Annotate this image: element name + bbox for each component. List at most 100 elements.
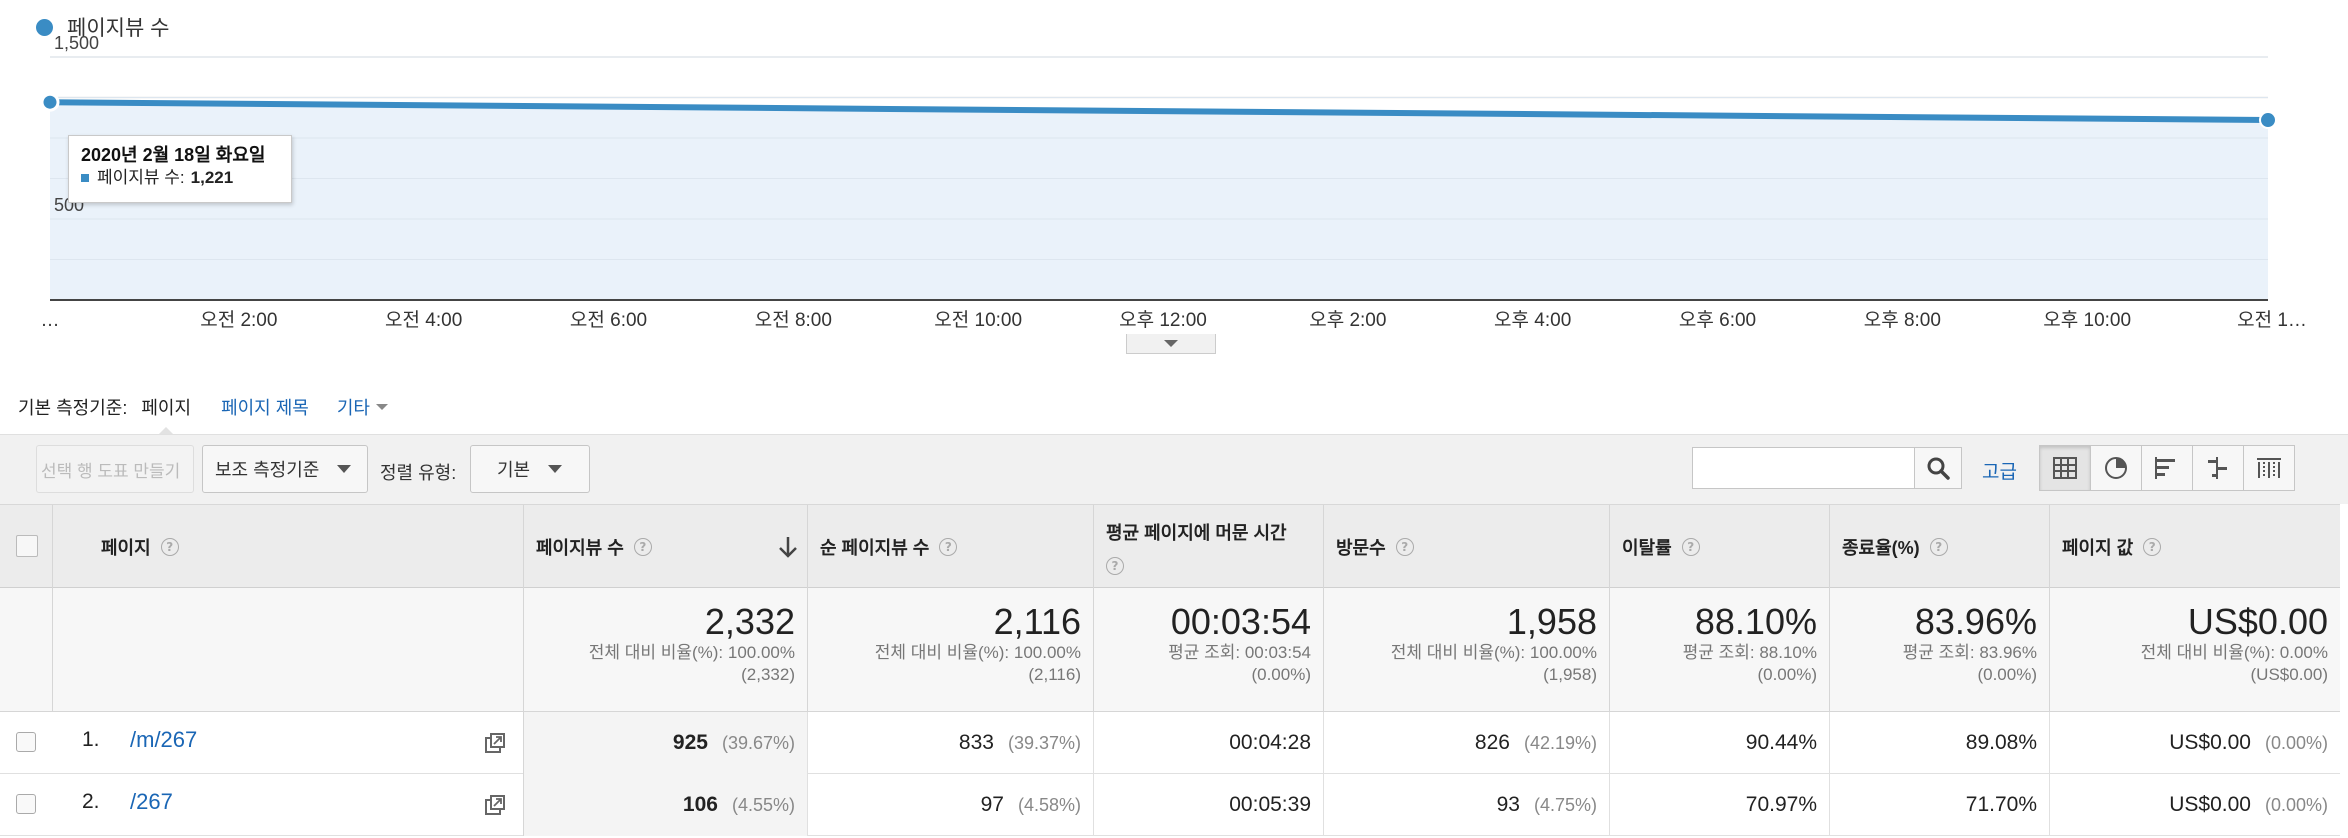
entrances-value: 93 (1496, 793, 1520, 816)
open-page-icon[interactable] (484, 794, 506, 816)
header-exit-rate[interactable]: 종료율(%) ? (1829, 505, 2049, 589)
header-unique-pageviews-label: 순 페이지뷰 수 (820, 538, 930, 558)
chart-area-fill (50, 56, 2268, 301)
x-tick-label: … (41, 310, 60, 331)
totals-value: 1,958 (1506, 601, 1597, 642)
table-view-button[interactable] (2039, 445, 2091, 491)
x-tick-label: 오전 10:00 (934, 309, 1022, 331)
help-icon[interactable]: ? (1929, 538, 1948, 556)
row-page-link[interactable]: /267 (130, 789, 173, 815)
pie-view-icon (2105, 457, 2127, 479)
totals-line1: 전체 대비 비율(%): 100.00% (874, 643, 1081, 662)
x-tick-label: 오전 2:00 (200, 309, 277, 331)
totals-pageviews: 2,332 전체 대비 비율(%): 100.00% (2,332) (523, 588, 807, 712)
header-pageviews-label: 페이지뷰 수 (536, 538, 624, 558)
totals-exit-rate: 83.96% 평균 조회: 83.96% (0.00%) (1829, 588, 2049, 712)
tooltip-metric-value: 1,221 (190, 168, 234, 187)
totals-line1: 평균 조회: 88.10% (1682, 643, 1817, 662)
header-bounce-rate[interactable]: 이탈률 ? (1609, 505, 1829, 589)
row-bounce-rate: 90.44% (1609, 712, 1829, 774)
caret-down-icon (548, 465, 563, 473)
pivot-view-button[interactable] (2243, 445, 2295, 491)
totals-page-value: US$0.00 전체 대비 비율(%): 0.00% (US$0.00) (2049, 588, 2340, 712)
pie-view-button[interactable] (2090, 445, 2142, 491)
header-page-value[interactable]: 페이지 값 ? (2049, 505, 2340, 589)
pageviews-pct: (39.67%) (721, 732, 795, 753)
x-tick-label: 오후 12:00 (1119, 309, 1207, 331)
totals-line1: 평균 조회: 83.96% (1902, 643, 2037, 662)
row-pageviews: 925 (39.67%) (523, 712, 807, 774)
pageviews-value: 106 (682, 793, 718, 816)
page-value: US$0.00 (2169, 731, 2251, 754)
totals-line2: (2,116) (1028, 665, 1081, 684)
tooltip-swatch-icon (81, 174, 89, 182)
sort-type-label: 정렬 유형: (380, 463, 457, 483)
unique-value: 97 (980, 793, 1004, 816)
help-icon[interactable]: ? (939, 538, 958, 556)
page-value-pct: (0.00%) (2264, 732, 2328, 753)
totals-spacer (0, 588, 52, 712)
pageviews-value: 925 (672, 731, 708, 754)
x-tick-label: 오후 4:00 (1494, 309, 1571, 331)
totals-entrances: 1,958 전체 대비 비율(%): 100.00% (1,958) (1323, 588, 1609, 712)
sort-type-dropdown[interactable]: 기본 (470, 445, 590, 493)
row-exit-rate: 71.70% (1829, 774, 2049, 836)
bounce-value: 70.97% (1745, 793, 1817, 816)
comparison-view-icon (2208, 457, 2227, 479)
row-avg-time: 00:05:39 (1093, 774, 1323, 836)
help-icon[interactable]: ? (1395, 538, 1414, 556)
analytics-report: 페이지뷰 수 1,500 500 … 오전 2:00 오전 4:00 오전 6:00 오전… (0, 0, 2348, 838)
help-icon[interactable]: ? (633, 538, 652, 556)
totals-value: US$0.00 (2187, 601, 2328, 642)
secondary-dimension-label: 보조 측정기준 (215, 460, 320, 480)
table-search-input[interactable] (1692, 447, 1914, 489)
primary-dimension-bar: 기본 측정기준: 페이지 페이지 제목 기타 (18, 394, 388, 436)
performance-view-button[interactable] (2141, 445, 2193, 491)
row-checkbox[interactable] (16, 732, 36, 752)
row-page-link[interactable]: /m/267 (130, 727, 197, 753)
help-icon[interactable]: ? (1681, 538, 1700, 556)
row-unique-pageviews: 833 (39.37%) (807, 712, 1093, 774)
header-avg-time[interactable]: 평균 페이지에 머문 시간 ? (1093, 505, 1323, 589)
row-page-value: US$0.00 (0.00%) (2049, 712, 2340, 774)
search-icon (1927, 457, 1950, 480)
help-icon[interactable]: ? (160, 538, 179, 556)
help-icon[interactable]: ? (1106, 557, 1124, 575)
sort-descending-icon (779, 537, 797, 558)
totals-line2: (2,332) (741, 665, 795, 684)
help-icon[interactable]: ? (2143, 538, 2162, 556)
secondary-dimension-dropdown[interactable]: 보조 측정기준 (202, 445, 368, 493)
advanced-filter-link[interactable]: 고급 (1982, 457, 2017, 484)
exit-value: 89.08% (1965, 731, 2037, 754)
row-entrances: 93 (4.75%) (1323, 774, 1609, 836)
chart-collapse-handle[interactable] (1126, 334, 1216, 354)
search-button[interactable] (1914, 447, 1962, 489)
header-pageviews[interactable]: 페이지뷰 수 ? (523, 505, 807, 589)
pageviews-pct: (4.55%) (731, 794, 795, 815)
comparison-view-button[interactable] (2192, 445, 2244, 491)
page-value-pct: (0.00%) (2264, 794, 2328, 815)
dimension-other-dropdown[interactable]: 기타 (337, 394, 388, 420)
header-entrances[interactable]: 방문수 ? (1323, 505, 1609, 589)
header-unique-pageviews[interactable]: 순 페이지뷰 수 ? (807, 505, 1093, 589)
open-page-icon[interactable] (484, 732, 506, 754)
series-point (2259, 111, 2277, 130)
series-area (50, 102, 2268, 300)
dimension-page-title-link[interactable]: 페이지 제목 (221, 394, 309, 420)
avg-time-value: 00:05:39 (1229, 793, 1311, 816)
totals-line2: (0.00%) (1757, 665, 1817, 684)
x-tick-label: 오후 6:00 (1679, 309, 1756, 331)
totals-bounce-rate: 88.10% 평균 조회: 88.10% (0.00%) (1609, 588, 1829, 712)
chart-plot[interactable]: 1,500500 … 오전 2:00 오전 4:00 오전 6:00 오전 8:00 오전… (0, 0, 2348, 360)
plot-rows-button[interactable]: 선택 행 도표 만들기 (36, 445, 194, 493)
tooltip-metric-label: 페이지뷰 수: (97, 168, 185, 187)
header-page[interactable]: 페이지 ? (52, 505, 523, 589)
primary-dimension-label: 기본 측정기준: (18, 398, 128, 418)
x-tick-label: 오전 4:00 (385, 309, 462, 331)
x-tick-label: 오전 6:00 (570, 309, 647, 331)
totals-line1: 전체 대비 비율(%): 100.00% (588, 643, 795, 662)
exit-value: 71.70% (1965, 793, 2037, 816)
row-checkbox[interactable] (16, 794, 36, 814)
row-bounce-rate: 70.97% (1609, 774, 1829, 836)
select-all-checkbox[interactable] (16, 535, 38, 557)
